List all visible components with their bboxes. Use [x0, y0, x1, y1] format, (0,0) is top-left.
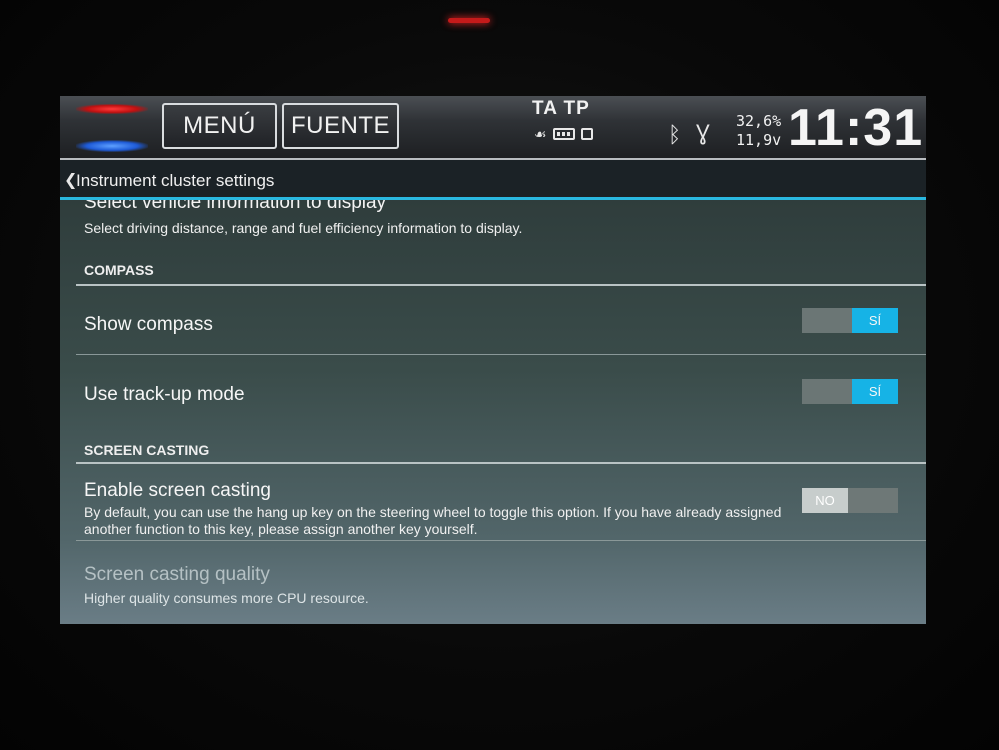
source-indicator-icon	[76, 104, 148, 152]
show-compass-toggle[interactable]: SÍ	[802, 308, 898, 333]
row-divider	[76, 540, 926, 541]
toggle-off-track	[802, 308, 852, 333]
toggle-on-knob: SÍ	[852, 308, 898, 333]
head-unit-screen: MENÚ FUENTE TA TP ☙ ᛒ Ɣ 32,6% 11,9v 11:3…	[60, 96, 926, 624]
section-header-compass: COMPASS	[84, 262, 154, 278]
status-bar: MENÚ FUENTE TA TP ☙ ᛒ Ɣ 32,6% 11,9v 11:3…	[60, 96, 926, 160]
enable-casting-description: By default, you can use the hang up key …	[84, 504, 782, 537]
voltage-readout: 11,9v	[736, 131, 782, 149]
show-compass-label[interactable]: Show compass	[84, 314, 213, 336]
battery-icon	[552, 128, 575, 140]
ta-tp-indicator: TA TP	[532, 98, 590, 119]
track-up-label[interactable]: Use track-up mode	[84, 384, 245, 406]
row-divider	[76, 354, 926, 355]
section-header-screen-casting: SCREEN CASTING	[84, 442, 210, 458]
sensor-readouts: 32,6% 11,9v	[736, 112, 781, 150]
casting-quality-description: Higher quality consumes more CPU resourc…	[84, 590, 369, 606]
toggle-on-knob: SÍ	[852, 379, 898, 404]
toggle-off-knob: NO	[802, 488, 848, 513]
enable-casting-label[interactable]: Enable screen casting	[84, 480, 271, 502]
sd-card-icon	[580, 128, 593, 140]
section-divider	[76, 462, 926, 464]
source-blue-glow	[76, 140, 148, 152]
settings-list[interactable]: Select vehicle information to display Se…	[60, 200, 926, 624]
bluetooth-icon: ᛒ	[668, 122, 682, 147]
section-divider	[76, 284, 926, 286]
toggle-off-track	[802, 379, 852, 404]
navigation-icon: ☙	[534, 126, 547, 142]
source-red-glow	[76, 104, 148, 114]
vehicle-info-item-title[interactable]: Select vehicle information to display	[84, 200, 386, 214]
settings-header: ❮ Instrument cluster settings	[60, 160, 926, 200]
clock: 11:31	[788, 99, 924, 157]
signal-icon: Ɣ	[696, 120, 710, 145]
page-title[interactable]: Instrument cluster settings	[76, 171, 274, 191]
casting-quality-label[interactable]: Screen casting quality	[84, 564, 270, 586]
enable-casting-toggle[interactable]: NO	[802, 488, 898, 513]
vehicle-info-item-description: Select driving distance, range and fuel …	[84, 220, 523, 236]
track-up-toggle[interactable]: SÍ	[802, 379, 898, 404]
humidity-readout: 32,6%	[736, 112, 782, 130]
source-button[interactable]: FUENTE	[282, 103, 399, 149]
indicator-led	[448, 18, 490, 23]
status-icons: ☙	[534, 126, 593, 142]
menu-button[interactable]: MENÚ	[162, 103, 277, 149]
